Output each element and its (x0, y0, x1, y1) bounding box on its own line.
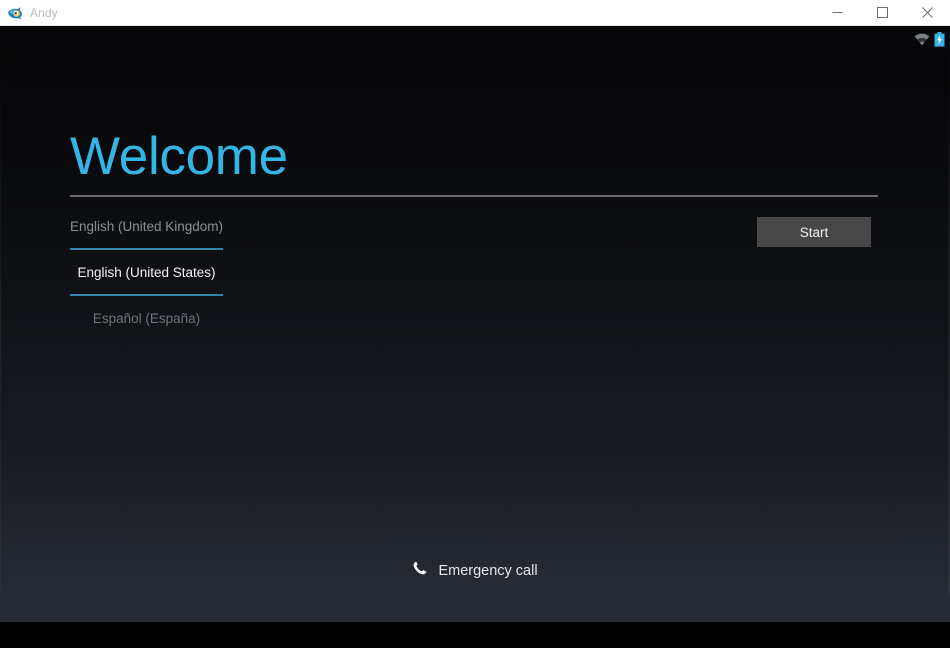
setup-wizard-content: Welcome English (United Kingdom) English… (0, 52, 950, 622)
close-icon (922, 7, 933, 18)
wifi-icon (914, 33, 930, 46)
android-screen: Welcome English (United Kingdom) English… (0, 26, 950, 648)
language-picker[interactable]: English (United Kingdom) English (United… (70, 204, 223, 340)
minimize-icon (832, 7, 843, 18)
header-divider (70, 195, 878, 197)
maximize-icon (877, 7, 888, 18)
andy-fish-logo-icon (7, 5, 23, 21)
phone-icon (412, 560, 429, 582)
battery-charging-icon (934, 32, 945, 47)
page-title: Welcome (70, 130, 288, 183)
language-option-selected[interactable]: English (United States) (70, 250, 223, 294)
emergency-call-label: Emergency call (438, 563, 537, 579)
close-button[interactable] (905, 0, 950, 25)
android-status-bar (0, 26, 950, 52)
language-option-previous[interactable]: English (United Kingdom) (70, 204, 223, 248)
language-option-next[interactable]: Español (España) (70, 296, 223, 340)
android-navigation-band (0, 622, 950, 648)
minimize-button[interactable] (815, 0, 860, 25)
emergency-call-button[interactable]: Emergency call (0, 560, 950, 582)
window-title: Andy (30, 6, 815, 20)
window-title-bar: Andy (0, 0, 950, 26)
andy-emulator-window: Andy (0, 0, 950, 648)
maximize-button[interactable] (860, 0, 905, 25)
start-button[interactable]: Start (757, 217, 871, 247)
